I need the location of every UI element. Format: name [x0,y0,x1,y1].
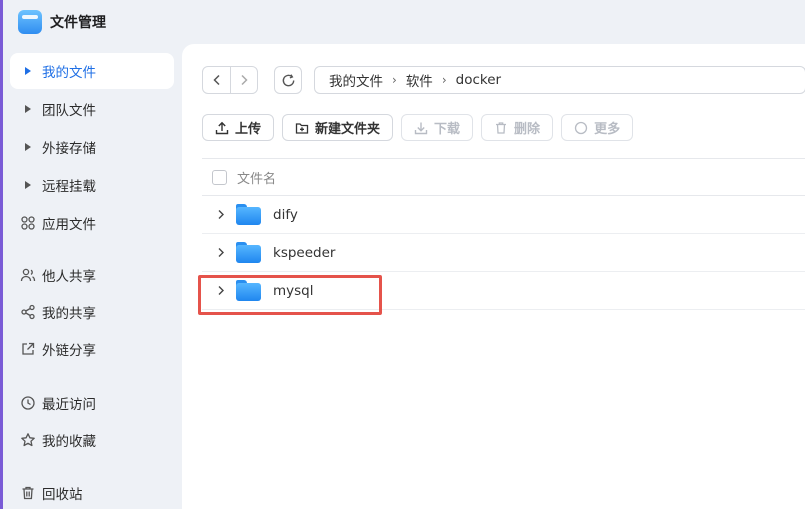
sidebar-item-recent[interactable]: 最近访问 [10,385,174,421]
more-button[interactable]: 更多 [561,114,634,141]
sidebar-item-label: 我的文件 [42,65,96,81]
delete-button[interactable]: 删除 [481,114,554,141]
sidebar-item-label: 最近访问 [42,397,96,413]
sidebar-item-label: 回收站 [42,487,83,503]
sidebar-item-label: 外接存储 [42,141,96,157]
caret-right-icon [20,63,36,79]
folder-icon [236,204,261,225]
history-buttons [202,66,258,94]
caret-right-icon [20,139,36,155]
share-icon [20,304,36,320]
sidebar-item-my-files[interactable]: 我的文件 [10,53,174,89]
table-header: 文件名 [202,158,805,196]
table-row[interactable]: kspeeder [202,234,805,272]
download-label: 下载 [434,122,461,137]
sidebar-item-label: 远程挂载 [42,179,96,195]
star-icon [20,432,36,448]
sidebar-item-my-shares[interactable]: 我的共享 [10,294,174,330]
file-table: 文件名 dify kspeeder mysql [202,158,805,310]
file-manager-window: 文件管理 我的文件 团队文件 外接存储 远程挂载 应用文件 他人共享 我的共享 … [0,0,805,509]
sidebar-item-remote-mount[interactable]: 远程挂载 [10,167,174,203]
upload-icon [215,121,229,135]
download-button[interactable]: 下载 [401,114,474,141]
forward-button[interactable] [230,67,257,93]
table-row[interactable]: mysql [202,272,805,310]
download-icon [414,121,428,135]
folder-icon [236,280,261,301]
sidebar-item-label: 我的共享 [42,306,96,322]
new-folder-icon [295,121,309,135]
more-circle-icon [574,121,588,135]
sidebar-item-team-files[interactable]: 团队文件 [10,91,174,127]
sidebar-item-external-storage[interactable]: 外接存储 [10,129,174,165]
file-name[interactable]: mysql [273,283,314,299]
file-name[interactable]: dify [273,207,298,223]
app-title: 文件管理 [50,15,106,31]
file-name[interactable]: kspeeder [273,245,335,261]
trash-icon [20,485,36,501]
sidebar-item-label: 团队文件 [42,103,96,119]
sidebar-item-link-shares[interactable]: 外链分享 [10,331,174,367]
users-icon [20,267,36,283]
toolbar: 上传 新建文件夹 下载 删除 更多 [202,114,634,141]
caret-right-icon [20,101,36,117]
sidebar-item-recycle-bin[interactable]: 回收站 [10,475,174,509]
clock-icon [20,395,36,411]
sidebar-item-label: 应用文件 [42,217,96,233]
new-folder-button[interactable]: 新建文件夹 [282,114,394,141]
breadcrumb-item-my-files[interactable]: 我的文件 [329,70,383,90]
sidebar-item-label: 他人共享 [42,269,96,285]
back-button[interactable] [203,67,230,93]
file-manager-app-icon [18,10,42,34]
chevron-right-icon [241,74,248,86]
refresh-icon [282,73,294,86]
expand-chevron-icon[interactable] [214,209,228,220]
sidebar-item-label: 外链分享 [42,343,96,359]
expand-chevron-icon[interactable] [214,247,228,258]
table-row[interactable]: dify [202,196,805,234]
column-header-filename[interactable]: 文件名 [237,168,276,187]
breadcrumb-item-docker[interactable]: docker [456,72,501,88]
breadcrumb-item-software[interactable]: 软件 [406,70,433,90]
sidebar-item-app-files[interactable]: 应用文件 [10,205,174,241]
trash-icon [494,121,508,135]
delete-label: 删除 [514,122,541,137]
sidebar: 我的文件 团队文件 外接存储 远程挂载 应用文件 他人共享 我的共享 外链分享 … [0,44,182,509]
refresh-button[interactable] [274,66,302,94]
breadcrumb-separator-icon: › [441,73,447,87]
title-bar: 文件管理 [0,0,805,44]
chevron-left-icon [212,74,220,86]
upload-label: 上传 [235,122,262,137]
breadcrumb-separator-icon: › [392,73,397,87]
apps-icon [20,215,36,231]
sidebar-item-favorites[interactable]: 我的收藏 [10,422,174,458]
external-link-icon [20,341,36,357]
navigation-bar: 我的文件 › 软件 › docker [202,66,805,94]
expand-chevron-icon[interactable] [214,285,228,296]
caret-right-icon [20,177,36,193]
folder-icon [236,242,261,263]
upload-button[interactable]: 上传 [202,114,275,141]
new-folder-label: 新建文件夹 [315,122,381,137]
breadcrumb: 我的文件 › 软件 › docker [314,66,805,94]
sidebar-item-shared-with-me[interactable]: 他人共享 [10,257,174,293]
main-panel: 我的文件 › 软件 › docker 上传 新建文件夹 下载 删除 更多 文件名… [182,44,805,509]
select-all-checkbox[interactable] [212,169,227,185]
more-label: 更多 [594,122,621,137]
sidebar-item-label: 我的收藏 [42,434,96,450]
